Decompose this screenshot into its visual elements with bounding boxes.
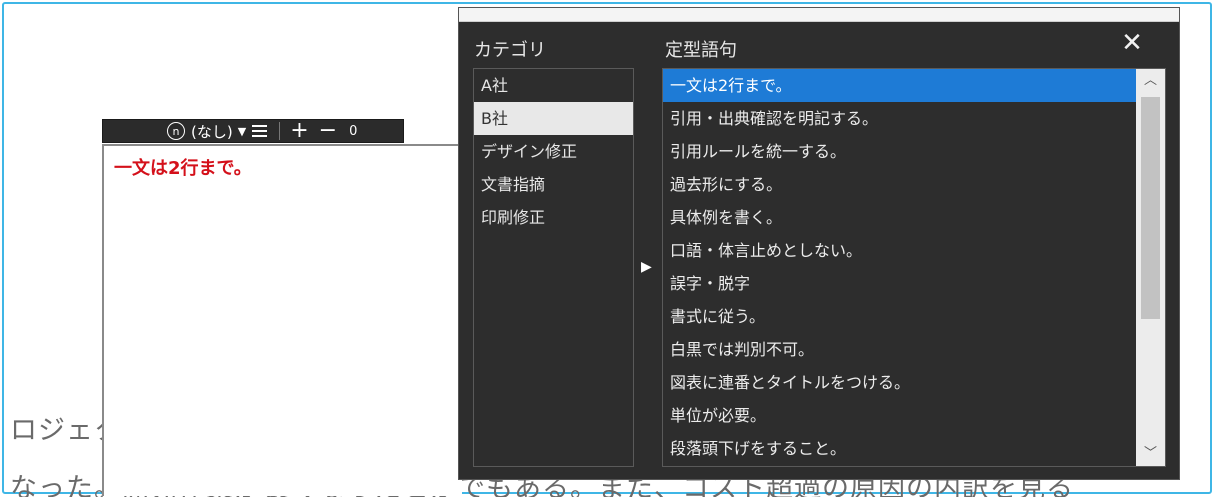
phrase-item[interactable]: 図表に連番とタイトルをつける。 — [663, 366, 1136, 399]
scrollbar-thumb[interactable] — [1141, 97, 1160, 319]
author-selector[interactable]: (なし) — [191, 121, 233, 142]
circled-n-icon[interactable]: n — [167, 122, 185, 140]
phrase-dialog: カテゴリ 定型語句 ✕ A社 B社 デザイン修正 文書指摘 印刷修正 ▶ 一文は2行まで… — [458, 7, 1180, 480]
phrase-items: 一文は2行まで。 引用・出典確認を明記する。 引用ルールを統一する。 過去形にする。具… — [663, 69, 1165, 465]
phrase-item[interactable]: 具体例を書く。 — [663, 201, 1136, 234]
phrase-item[interactable]: 一文は2行まで。 — [663, 69, 1136, 102]
minus-icon[interactable]: − — [319, 120, 337, 142]
category-item[interactable]: 印刷修正 — [474, 201, 633, 234]
phrase-item[interactable]: 引用・出典確認を明記する。 — [663, 102, 1136, 135]
phrase-scrollbar[interactable]: ︿ ﹀ — [1136, 69, 1165, 466]
phrase-item[interactable]: 白黒では判別不可。 — [663, 333, 1136, 366]
phrase-item[interactable]: 単位が必要。 — [663, 399, 1136, 432]
phrase-item[interactable]: 誤字・脱字 — [663, 267, 1136, 300]
scroll-up-icon[interactable]: ︿ — [1136, 69, 1165, 93]
phrase-item[interactable]: 引用ルールを統一する。 — [663, 135, 1136, 168]
toolbar-separator — [279, 122, 281, 140]
category-item[interactable]: 文書指摘 — [474, 168, 633, 201]
category-list: A社 B社 デザイン修正 文書指摘 印刷修正 — [473, 68, 634, 467]
category-item[interactable]: B社 — [474, 102, 633, 135]
comment-box[interactable]: 一文は2行まで。 — [102, 144, 462, 496]
hamburger-icon[interactable] — [252, 125, 268, 137]
dialog-title-bar[interactable] — [459, 8, 1179, 22]
comment-count: 0 — [349, 123, 358, 139]
category-item[interactable]: デザイン修正 — [474, 135, 633, 168]
comment-toolbar: n (なし) ▼ + − 0 — [102, 119, 404, 143]
close-icon[interactable]: ✕ — [1119, 30, 1145, 56]
phrase-item[interactable]: 書式に従う。 — [663, 300, 1136, 333]
comment-text[interactable]: 一文は2行まで。 — [114, 154, 252, 180]
phrase-header: 定型語句 — [665, 40, 737, 61]
scroll-down-icon[interactable]: ﹀ — [1136, 442, 1165, 466]
caret-down-icon[interactable]: ▼ — [238, 125, 246, 138]
plus-icon[interactable]: + — [290, 120, 308, 142]
category-item[interactable]: A社 — [474, 69, 633, 102]
play-arrow-icon: ▶ — [641, 259, 652, 275]
phrase-list: 一文は2行まで。 引用・出典確認を明記する。 引用ルールを統一する。 過去形にする。具… — [662, 68, 1166, 467]
category-header: カテゴリ — [474, 40, 546, 61]
phrase-item[interactable]: 段落頭下げをすること。 — [663, 432, 1136, 465]
phrase-item[interactable]: 過去形にする。 — [663, 168, 1136, 201]
phrase-item[interactable]: 口語・体言止めとしない。 — [663, 234, 1136, 267]
